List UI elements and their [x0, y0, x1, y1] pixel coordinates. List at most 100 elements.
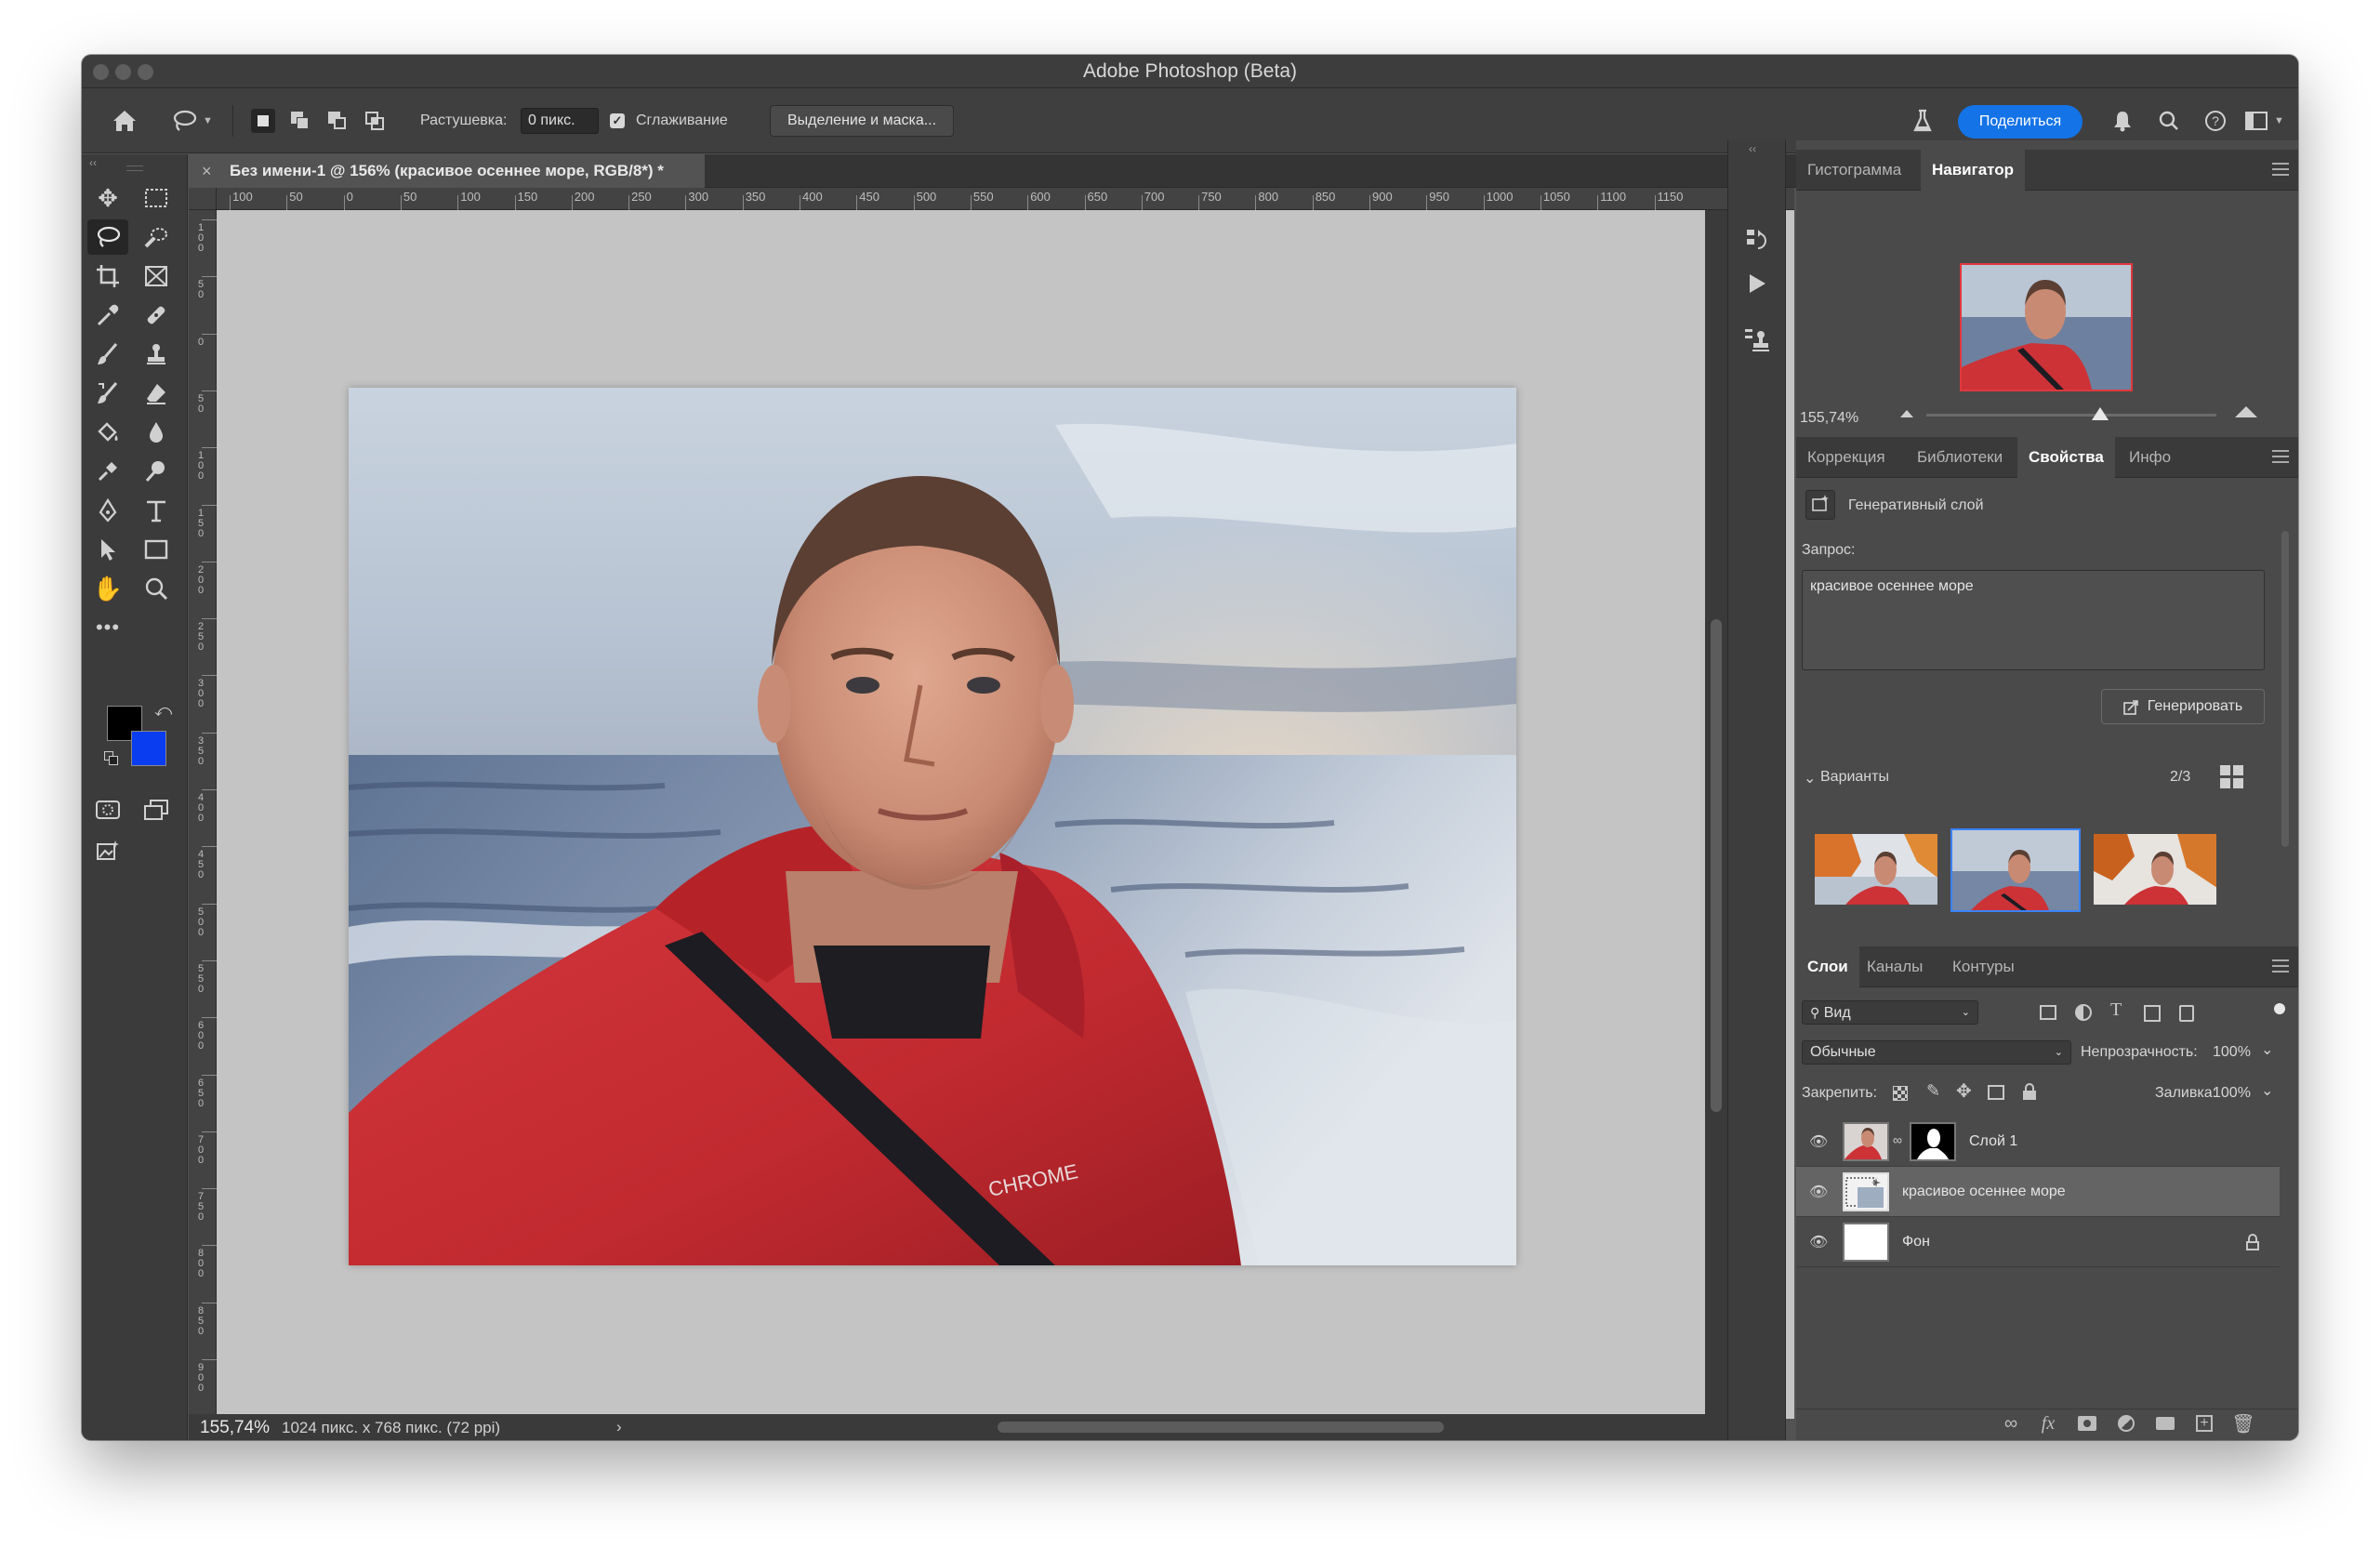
zoom-out-icon[interactable] [1900, 410, 1913, 417]
hand-tool[interactable]: ✋ [87, 571, 128, 606]
background-color-swatch[interactable] [131, 731, 166, 766]
tab-paths[interactable]: Контуры [1941, 946, 2026, 987]
lock-artboard-icon[interactable] [1988, 1085, 2004, 1100]
tab-libraries[interactable]: Библиотеки [1906, 437, 2014, 478]
brush-settings-button[interactable] [1743, 326, 1771, 354]
status-menu-arrow[interactable]: › [616, 1418, 622, 1436]
lock-pixels-icon[interactable]: ✎ [1926, 1081, 1940, 1101]
lock-position-icon[interactable]: ✥ [1956, 1079, 1972, 1103]
close-tab-icon[interactable]: × [202, 154, 212, 188]
zoom-tool[interactable] [136, 571, 177, 606]
lasso-tool[interactable] [87, 219, 128, 255]
horizontal-scroll-thumb[interactable] [998, 1422, 1444, 1433]
add-to-selection-button[interactable] [288, 109, 312, 133]
tab-layers[interactable]: Слои [1796, 946, 1859, 987]
brush-tool[interactable] [87, 337, 128, 372]
marquee-tool[interactable] [136, 180, 177, 216]
filter-toggle[interactable] [2274, 1003, 2285, 1014]
swap-colors-icon[interactable]: ⤺ [154, 701, 172, 721]
filter-shape-icon[interactable] [2144, 1005, 2161, 1022]
adjustment-layer-icon[interactable] [2112, 1409, 2140, 1437]
document-image[interactable]: CHROME [349, 388, 1516, 1265]
delete-layer-icon[interactable]: 🗑 [2229, 1409, 2257, 1437]
pen-tool[interactable] [87, 493, 128, 528]
default-colors-icon[interactable] [104, 751, 119, 766]
visibility-eye-icon[interactable]: 👁 [1809, 1132, 1830, 1151]
new-group-icon[interactable] [2151, 1409, 2179, 1437]
visibility-eye-icon[interactable]: 👁 [1809, 1233, 1830, 1251]
new-selection-button[interactable] [251, 109, 275, 133]
pen-color-tool[interactable] [87, 454, 128, 489]
eraser-tool[interactable] [136, 376, 177, 411]
link-layers-icon[interactable]: ∞ [1997, 1409, 2025, 1437]
intersect-selection-button[interactable] [363, 109, 387, 133]
frame-tool[interactable] [136, 258, 177, 294]
move-tool[interactable]: ✥ [87, 180, 128, 216]
navigator-zoom-slider[interactable] [1926, 407, 2216, 420]
actions-panel-button[interactable] [1745, 271, 1769, 297]
variant-thumbnail-3[interactable] [2092, 832, 2218, 906]
navigator-panel-menu[interactable] [2272, 163, 2289, 176]
tab-info[interactable]: Инфо [2118, 437, 2182, 478]
tab-properties[interactable]: Свойства [2017, 437, 2115, 478]
quick-mask-button[interactable] [87, 792, 128, 827]
zoom-in-icon[interactable] [2235, 406, 2257, 417]
subtract-from-selection-button[interactable] [325, 109, 350, 133]
layer-name[interactable]: Фон [1902, 1217, 1930, 1267]
opacity-dropdown[interactable]: ⌄ [2261, 1040, 2273, 1059]
lock-transparent-icon[interactable] [1893, 1086, 1908, 1101]
layer-name[interactable]: красивое осеннее море [1902, 1167, 2066, 1217]
fill-input[interactable]: 100% [2213, 1085, 2251, 1102]
fill-dropdown[interactable]: ⌄ [2261, 1081, 2273, 1100]
filter-pixel-icon[interactable] [2040, 1005, 2056, 1020]
layer-style-icon[interactable]: fx [2034, 1409, 2062, 1437]
collapse-toolbar-arrows[interactable]: ‹‹ [89, 156, 97, 169]
properties-scrollbar[interactable] [2281, 531, 2289, 847]
tab-navigator[interactable]: Навигатор [1921, 150, 2026, 191]
tab-histogram[interactable]: Гистограмма [1796, 150, 1912, 191]
layers-panel-menu[interactable] [2272, 959, 2289, 972]
select-and-mask-button[interactable]: Выделение и маска... [770, 105, 954, 137]
layer-name[interactable]: Слой 1 [1969, 1117, 2017, 1167]
variant-thumbnail-2[interactable] [1950, 828, 2081, 912]
blur-tool[interactable] [136, 415, 177, 450]
variants-toggle[interactable]: ⌄ [1804, 769, 1816, 787]
add-mask-icon[interactable] [2073, 1409, 2101, 1437]
rectangle-tool[interactable] [136, 532, 177, 567]
filter-type-icon[interactable]: T [2110, 999, 2122, 1021]
antialias-checkbox[interactable]: ✓ [610, 88, 625, 153]
screen-mode-button[interactable] [136, 792, 177, 827]
edit-toolbar-button[interactable]: ••• [87, 610, 128, 645]
vertical-scrollbar[interactable] [1705, 210, 1727, 1419]
spot-healing-tool[interactable] [136, 298, 177, 333]
paint-bucket-tool[interactable] [87, 415, 128, 450]
tab-adjustments[interactable]: Коррекция [1796, 437, 1897, 478]
quick-selection-tool[interactable] [136, 219, 177, 255]
crop-tool[interactable] [87, 258, 128, 294]
layer-mask-link-icon[interactable]: ∞ [1893, 1132, 1902, 1147]
slider-thumb[interactable] [2092, 407, 2109, 420]
layer-row-generative[interactable]: 👁 красивое осеннее море [1796, 1167, 2280, 1217]
canvas-area[interactable]: CHROME [217, 210, 1794, 1419]
eyedropper-tool[interactable] [87, 298, 128, 333]
opacity-input[interactable]: 100% [2213, 1044, 2251, 1061]
filter-adjustment-icon[interactable] [2075, 1004, 2092, 1021]
clone-stamp-tool[interactable] [136, 337, 177, 372]
generative-fill-tool[interactable] [87, 833, 128, 868]
filter-smart-object-icon[interactable] [2179, 1005, 2194, 1022]
toolbar-grip[interactable] [126, 165, 143, 171]
new-layer-icon[interactable]: + [2190, 1409, 2218, 1437]
dodge-tool[interactable] [136, 454, 177, 489]
type-tool[interactable] [136, 493, 177, 528]
zoom-level[interactable]: 155,74% [200, 1418, 270, 1438]
tab-channels[interactable]: Каналы [1856, 946, 1934, 987]
layer-filter-select[interactable]: ⚲ Вид ⌄ [1802, 1000, 1978, 1025]
layer-mask-thumbnail[interactable] [1910, 1122, 1956, 1161]
grid-view-icon[interactable] [2220, 765, 2244, 789]
generate-button[interactable]: Генерировать [2101, 689, 2265, 724]
prompt-input[interactable]: красивое осеннее море [1802, 570, 2265, 670]
history-panel-button[interactable] [1745, 226, 1769, 254]
collapse-arrows[interactable]: ‹‹ [1749, 142, 1756, 155]
visibility-eye-icon[interactable]: 👁 [1809, 1183, 1830, 1201]
navigator-zoom-value[interactable]: 155,74% [1800, 410, 1858, 427]
